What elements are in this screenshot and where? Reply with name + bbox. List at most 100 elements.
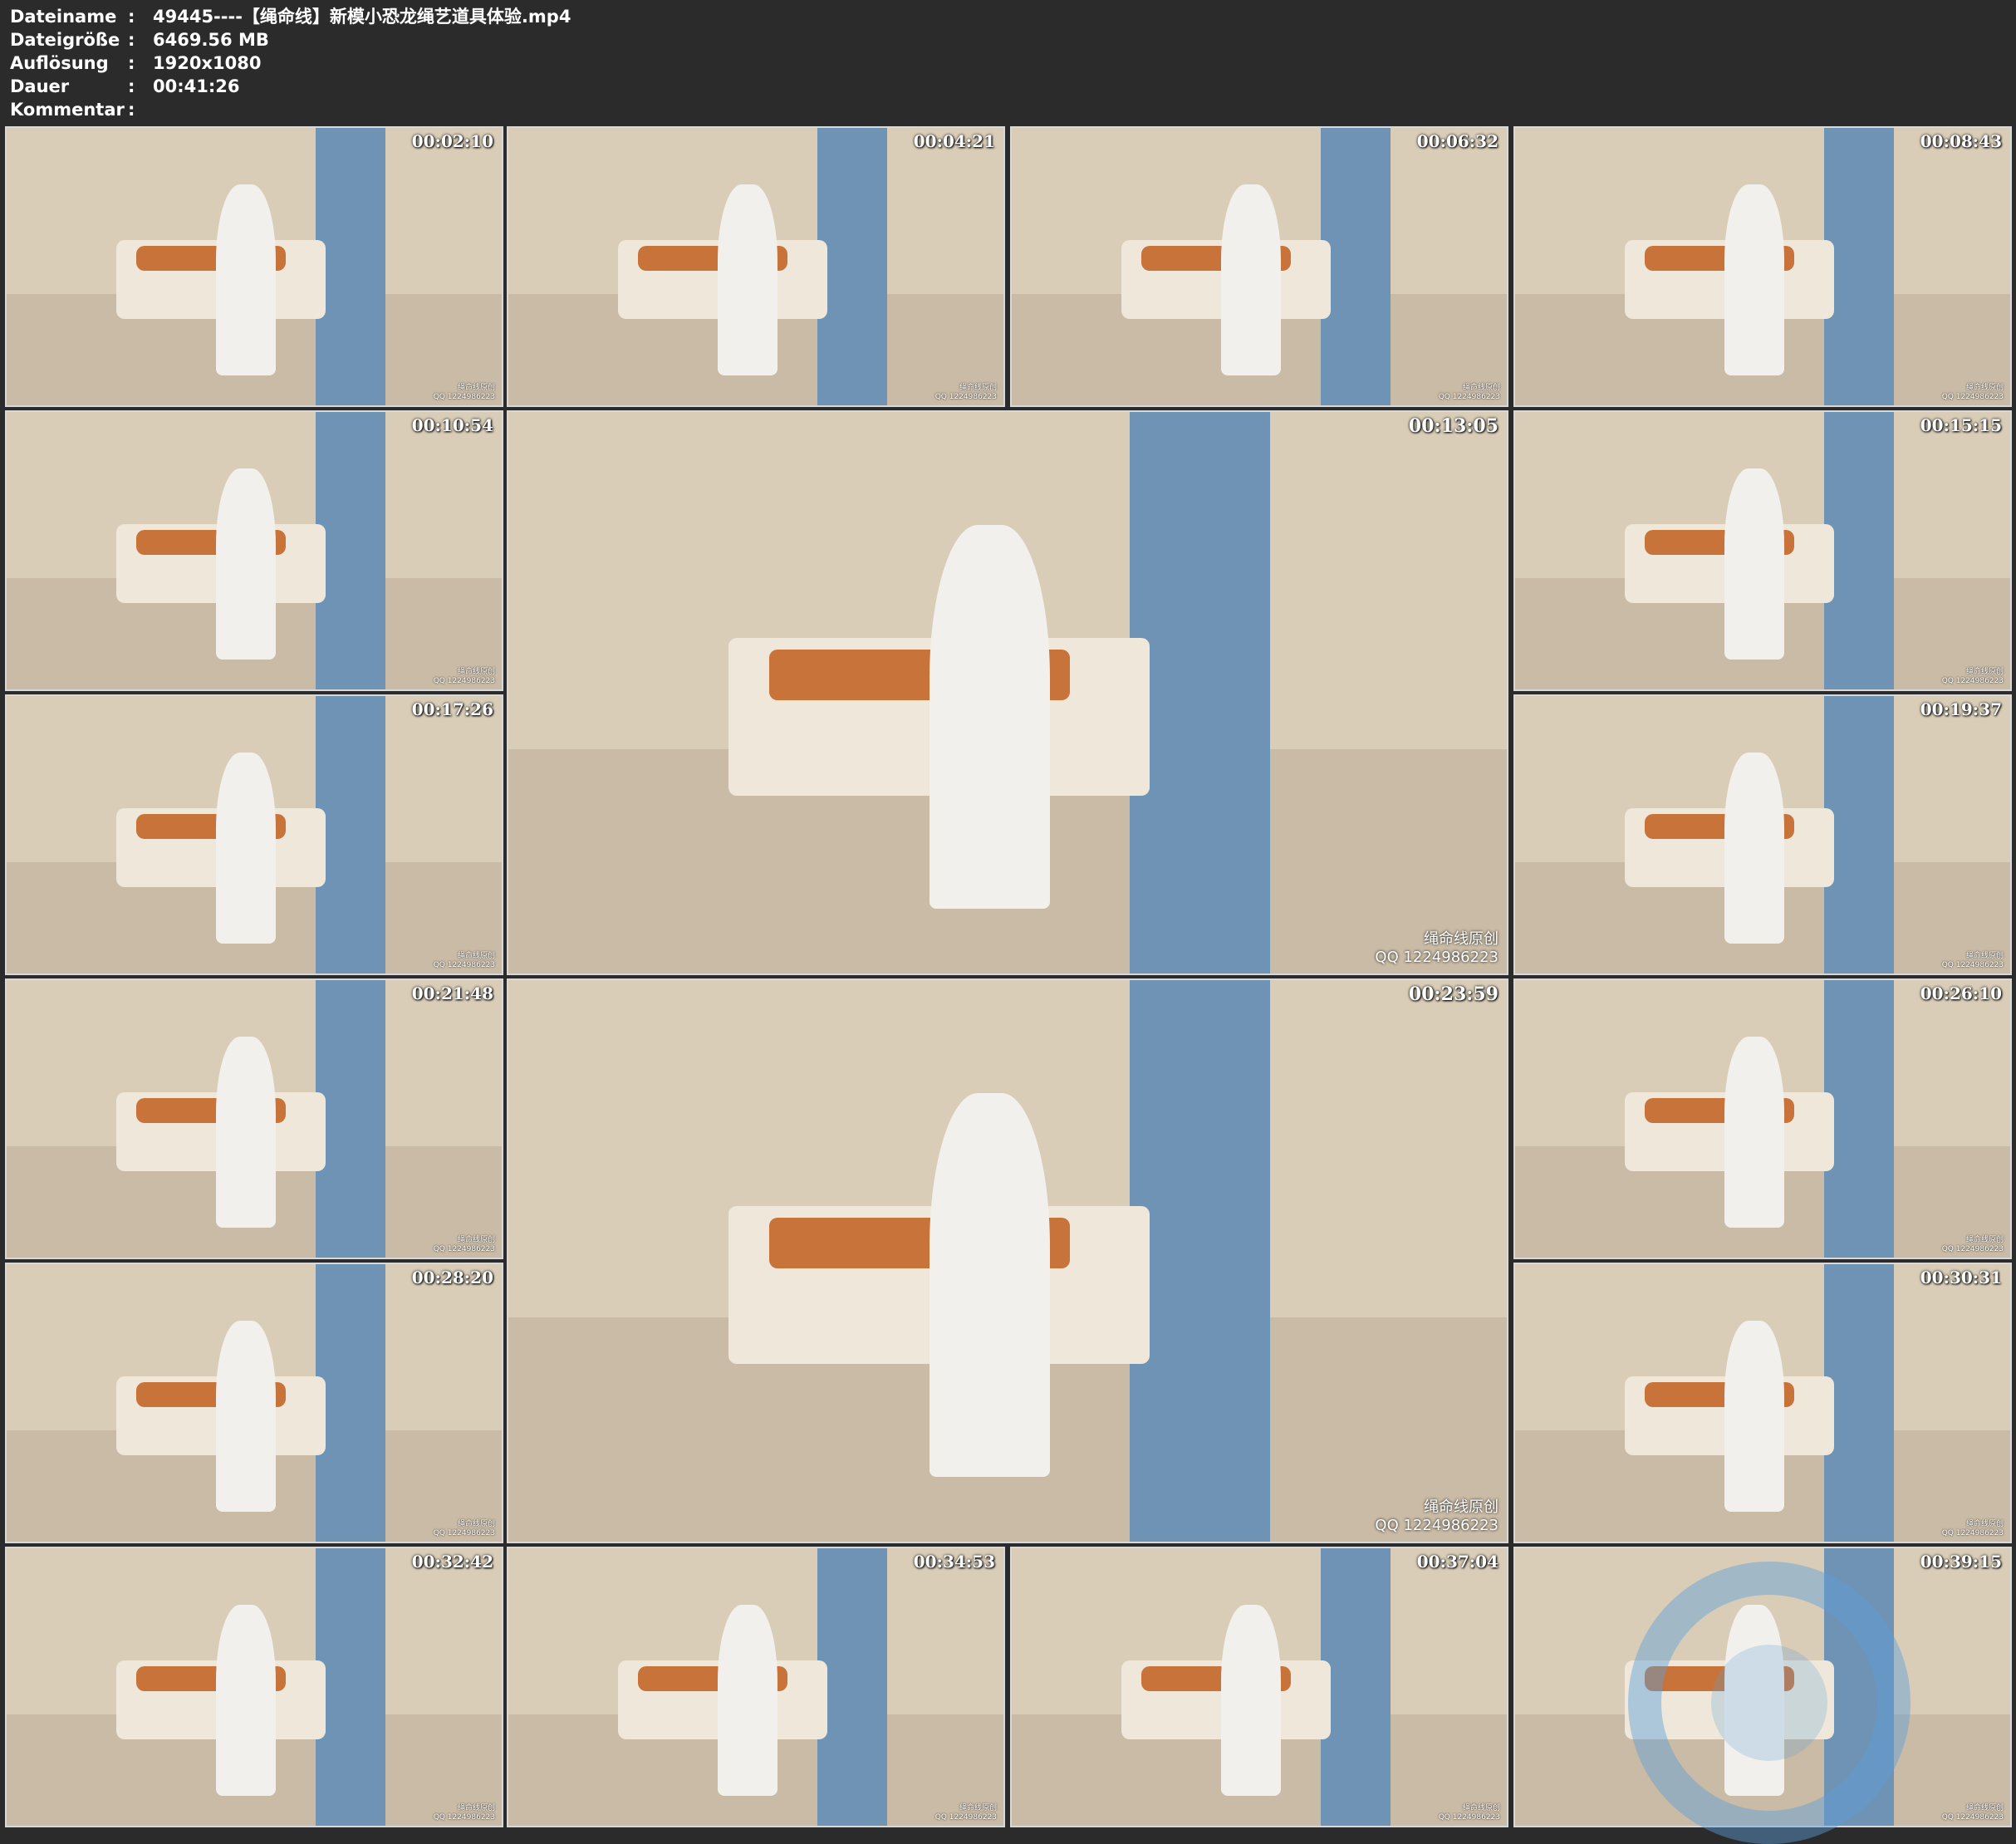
thumbnail-scene	[7, 412, 502, 689]
thumbnail-scene	[1515, 412, 2010, 689]
person-figure	[1724, 184, 1784, 375]
thumbnail-scene	[1515, 696, 2010, 973]
resolution-separator: :	[128, 53, 135, 73]
thumbnail-watermark: 绳命线原创 QQ 1224986223	[1439, 1804, 1500, 1822]
thumbnail-watermark: 绳命线原创 QQ 1224986223	[434, 952, 495, 970]
watermark-name: 绳命线原创	[959, 384, 997, 392]
watermark-qq: QQ 1224986223	[1438, 1813, 1500, 1822]
person-figure	[216, 1321, 276, 1512]
watermark-qq: QQ 1224986223	[433, 961, 495, 969]
thumbnail-timecode: 00:23:59	[1408, 983, 1499, 1005]
curtain	[316, 412, 385, 689]
watermark-name: 绳命线原创	[1965, 384, 2004, 392]
video-thumbnail: 00:37:04 绳命线原创 QQ 1224986223	[1010, 1547, 1508, 1827]
video-thumbnail: 00:08:43 绳命线原创 QQ 1224986223	[1513, 126, 2012, 407]
thumbnail-watermark: 绳命线原创 QQ 1224986223	[935, 384, 997, 402]
filesize-row: Dateigröße : 6469.56 MB	[10, 28, 2004, 51]
thumbnail-scene	[7, 128, 502, 405]
thumbnail-timecode: 00:13:05	[1408, 415, 1499, 437]
person-figure	[1221, 1605, 1281, 1796]
thumbnail-scene	[7, 980, 502, 1258]
watermark-name: 绳命线原创	[1965, 668, 2004, 676]
watermark-name: 绳命线原创	[1462, 384, 1500, 392]
person-figure	[1724, 1321, 1784, 1512]
watermark-name: 绳命线原创	[1965, 1804, 2004, 1812]
duration-separator: :	[128, 76, 135, 96]
watermark-qq: QQ 1224986223	[1941, 961, 2004, 969]
comment-row: Kommentar :	[10, 98, 2004, 121]
resolution-value: 1920x1080	[153, 53, 262, 73]
watermark-name: 绳命线原创	[457, 1520, 495, 1528]
watermark-qq: QQ 1224986223	[934, 393, 997, 401]
video-thumbnail: 00:32:42 绳命线原创 QQ 1224986223	[5, 1547, 503, 1827]
video-thumbnail: 00:39:15 绳命线原创 QQ 1224986223	[1513, 1547, 2012, 1827]
curtain	[1824, 128, 1894, 405]
thumbnail-watermark: 绳命线原创 QQ 1224986223	[434, 668, 495, 686]
curtain	[316, 696, 385, 973]
video-thumbnail: 00:02:10 绳命线原创 QQ 1224986223	[5, 126, 503, 407]
watermark-name: 绳命线原创	[1965, 1520, 2004, 1528]
thumbnail-timecode: 00:32:42	[411, 1552, 493, 1572]
person-figure	[1724, 468, 1784, 660]
filename-label: Dateiname	[10, 7, 117, 27]
thumbnail-scene	[1515, 980, 2010, 1258]
thumbnail-watermark: 绳命线原创 QQ 1224986223	[1942, 1804, 2004, 1822]
curtain	[316, 1548, 385, 1826]
thumbnail-watermark: 绳命线原创 QQ 1224986223	[434, 1520, 495, 1538]
watermark-name: 绳命线原创	[1462, 1804, 1500, 1812]
video-thumbnail: 00:04:21 绳命线原创 QQ 1224986223	[507, 126, 1005, 407]
curtain	[1824, 1548, 1894, 1826]
video-thumbnail: 00:17:26 绳命线原创 QQ 1224986223	[5, 694, 503, 975]
watermark-name: 绳命线原创	[457, 952, 495, 960]
thumbnail-timecode: 00:21:48	[411, 983, 493, 1003]
watermark-qq: QQ 1224986223	[1941, 1245, 2004, 1253]
thumbnail-watermark: 绳命线原创 QQ 1224986223	[1942, 952, 2004, 970]
video-thumbnail: 00:19:37 绳命线原创 QQ 1224986223	[1513, 694, 2012, 975]
filesize-separator: :	[128, 30, 135, 50]
video-thumbnail: 00:15:15 绳命线原创 QQ 1224986223	[1513, 410, 2012, 691]
watermark-qq: QQ 1224986223	[433, 1245, 495, 1253]
video-thumbnail: 00:34:53 绳命线原创 QQ 1224986223	[507, 1547, 1005, 1827]
video-thumbnail: 00:13:05 绳命线原创 QQ 1224986223	[507, 410, 1508, 975]
person-figure	[1724, 1605, 1784, 1796]
duration-row: Dauer : 00:41:26	[10, 75, 2004, 98]
video-thumbnail: 00:28:20 绳命线原创 QQ 1224986223	[5, 1263, 503, 1543]
watermark-name: 绳命线原创	[457, 384, 495, 392]
person-figure	[1221, 184, 1281, 375]
thumbnail-watermark: 绳命线原创 QQ 1224986223	[434, 1236, 495, 1254]
thumbnail-scene	[508, 412, 1507, 973]
filename-value: 49445----【绳命线】新模小恐龙绳艺道具体验.mp4	[153, 7, 571, 27]
watermark-qq: QQ 1224986223	[433, 393, 495, 401]
person-figure	[718, 184, 777, 375]
video-thumbnail: 00:06:32 绳命线原创 QQ 1224986223	[1010, 126, 1508, 407]
thumbnail-timecode: 00:17:26	[411, 699, 493, 719]
curtain	[316, 1264, 385, 1542]
watermark-qq: QQ 1224986223	[433, 677, 495, 685]
thumbnail-timecode: 00:06:32	[1416, 131, 1499, 151]
person-figure	[216, 184, 276, 375]
filesize-label: Dateigröße	[10, 30, 120, 50]
thumbnail-scene	[1012, 1548, 1507, 1826]
curtain	[316, 980, 385, 1258]
filename-separator: :	[128, 7, 135, 27]
watermark-name: 绳命线原创	[1965, 1236, 2004, 1244]
thumbnail-scene	[508, 980, 1507, 1542]
curtain	[1824, 980, 1894, 1258]
filesize-value: 6469.56 MB	[153, 30, 269, 50]
thumbnail-scene	[508, 128, 1003, 405]
filename-row: Dateiname : 49445----【绳命线】新模小恐龙绳艺道具体验.mp…	[10, 5, 2004, 28]
curtain	[1321, 128, 1391, 405]
curtain	[817, 128, 887, 405]
comment-label: Kommentar	[10, 100, 125, 120]
watermark-qq: QQ 1224986223	[433, 1529, 495, 1537]
thumbnail-watermark: 绳命线原创 QQ 1224986223	[1942, 384, 2004, 402]
resolution-row: Auflösung : 1920x1080	[10, 51, 2004, 75]
video-thumbnail: 00:26:10 绳命线原创 QQ 1224986223	[1513, 978, 2012, 1259]
person-figure	[1724, 1037, 1784, 1228]
duration-value: 00:41:26	[153, 76, 240, 96]
thumbnail-timecode: 00:10:54	[411, 415, 493, 435]
person-figure	[930, 525, 1050, 909]
curtain	[817, 1548, 887, 1826]
thumbnail-timecode: 00:19:37	[1920, 699, 2002, 719]
person-figure	[216, 1037, 276, 1228]
